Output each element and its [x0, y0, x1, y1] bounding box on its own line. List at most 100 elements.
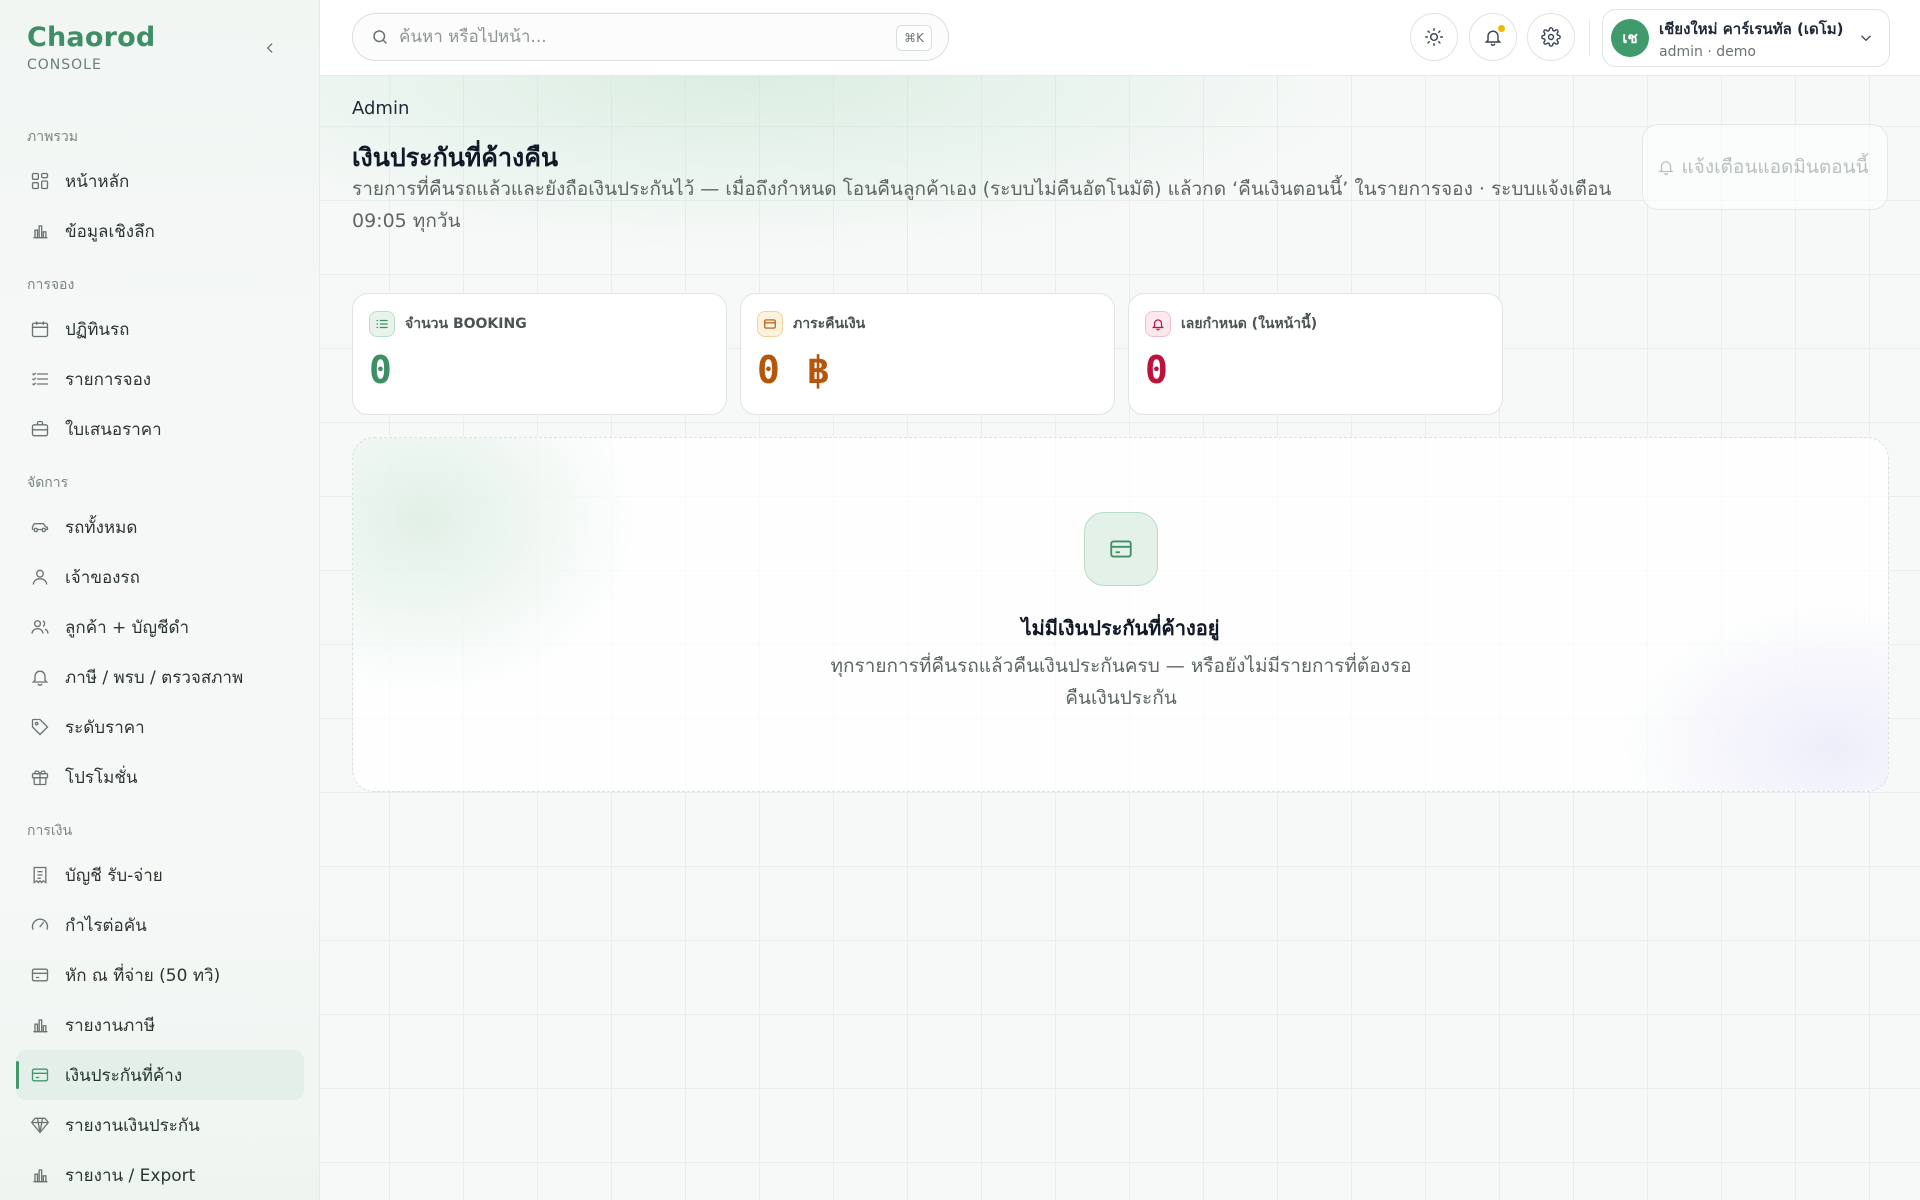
nav-section-manage: จัดการ: [27, 475, 69, 491]
nav-section-overview: ภาพรวม: [27, 129, 78, 145]
sidebar-item-deposit-report[interactable]: รายงานเงินประกัน: [16, 1100, 304, 1150]
sidebar-item-label: โปรโมชั่น: [65, 767, 138, 788]
sidebar-item-customers-blacklist[interactable]: ลูกค้า + บัญชีดำ: [16, 602, 304, 652]
brand-logo[interactable]: Chaorod CONSOLE: [27, 22, 155, 73]
receipt-icon: [29, 864, 51, 886]
sidebar-item-car-calendar[interactable]: ปฏิทินรถ: [16, 304, 304, 354]
stat-label: ภาระคืนเงิน: [793, 316, 866, 332]
collapse-sidebar-button[interactable]: [258, 36, 282, 60]
stat-card-refund-liability: ภาระคืนเงิน 0 ฿: [740, 293, 1115, 415]
stat-card-overdue: เลยกำหนด (ในหน้านี้) 0: [1128, 293, 1503, 415]
sidebar-nav: ภาพรวม หน้าหลัก ข้อมูลเชิงลึก การจอง ปฏิ…: [0, 118, 319, 1200]
bell-icon: [1657, 158, 1675, 176]
wallet-icon: [757, 311, 783, 337]
sidebar-item-price-tiers[interactable]: ระดับราคา: [16, 702, 304, 752]
sidebar-item-label: รายงาน / Export: [65, 1165, 196, 1186]
breadcrumb: Admin: [352, 98, 410, 119]
sidebar-item-income-expense[interactable]: บัญชี รับ-จ่าย: [16, 850, 304, 900]
list-icon: [369, 311, 395, 337]
briefcase-icon: [29, 418, 51, 440]
chevron-left-icon: [267, 43, 273, 53]
stat-card-booking-count: จำนวน BOOKING 0: [352, 293, 727, 415]
account-switcher[interactable]: เช เชียงใหม่ คาร์เรนทัล (เดโม) admin · d…: [1602, 9, 1890, 67]
sidebar-item-insights[interactable]: ข้อมูลเชิงลึก: [16, 206, 304, 256]
bar-chart-icon: [29, 1014, 51, 1036]
sidebar-item-label: ภาษี / พรบ / ตรวจสภาพ: [65, 667, 244, 688]
card-icon: [29, 964, 51, 986]
stat-label: จำนวน BOOKING: [405, 316, 527, 332]
sidebar-item-label: รายงานเงินประกัน: [65, 1115, 200, 1136]
sidebar-item-withholding-tax[interactable]: หัก ณ ที่จ่าย (50 ทวิ): [16, 950, 304, 1000]
bell-icon: [29, 666, 51, 688]
dashboard-icon: [29, 170, 51, 192]
search-bar[interactable]: ⌘K: [352, 13, 949, 61]
sidebar-item-quotations[interactable]: ใบเสนอราคา: [16, 404, 304, 454]
sidebar-item-label: เงินประกันที่ค้าง: [65, 1065, 183, 1086]
sidebar-item-label: ข้อมูลเชิงลึก: [65, 221, 155, 242]
user-icon: [29, 566, 51, 588]
page-title: เงินประกันที่ค้างคืน: [352, 143, 559, 172]
sidebar-item-car-owners[interactable]: เจ้าของรถ: [16, 552, 304, 602]
sidebar-item-profit-per-car[interactable]: กำไรต่อคัน: [16, 900, 304, 950]
sidebar-item-label: ลูกค้า + บัญชีดำ: [65, 617, 190, 638]
settings-button[interactable]: [1527, 13, 1575, 61]
sidebar-item-reports-export[interactable]: รายงาน / Export: [16, 1150, 304, 1200]
list-icon: [29, 368, 51, 390]
nav-section-finance: การเงิน: [27, 823, 73, 839]
main-content: Admin เงินประกันที่ค้างคืน รายการที่คืนร…: [320, 76, 1920, 1200]
search-input[interactable]: [399, 27, 948, 47]
bar-chart-icon: [29, 1164, 51, 1186]
topbar-divider: [1589, 20, 1590, 56]
account-role: admin · demo: [1659, 43, 1756, 60]
gift-icon: [29, 766, 51, 788]
sidebar-item-label: บัญชี รับ-จ่าย: [65, 865, 163, 886]
sidebar-item-label: หัก ณ ที่จ่าย (50 ทวิ): [65, 965, 221, 986]
sidebar-item-label: หน้าหลัก: [65, 171, 130, 192]
gauge-icon: [29, 914, 51, 936]
stat-label: เลยกำหนด (ในหน้านี้): [1181, 316, 1318, 332]
gear-icon: [1541, 27, 1561, 47]
notify-admin-label: แจ้งเตือนแอดมินตอนนี้: [1681, 155, 1869, 178]
search-icon: [371, 28, 389, 46]
wallet-icon: [1084, 512, 1158, 586]
sidebar-item-label: ปฏิทินรถ: [65, 319, 130, 340]
sidebar-item-home[interactable]: หน้าหลัก: [16, 156, 304, 206]
sidebar-item-promotions[interactable]: โปรโมชั่น: [16, 752, 304, 802]
stat-value: 0 ฿: [757, 348, 832, 392]
stat-value: 0: [1145, 348, 1170, 392]
sidebar-item-label: เจ้าของรถ: [65, 567, 140, 588]
sidebar-item-all-cars[interactable]: รถทั้งหมด: [16, 502, 304, 552]
sidebar-item-label: รายงานภาษี: [65, 1015, 156, 1036]
bar-chart-icon: [29, 220, 51, 242]
account-name: เชียงใหม่ คาร์เรนทัล (เดโม): [1659, 19, 1844, 38]
notification-dot: [1497, 24, 1506, 33]
calendar-icon: [29, 318, 51, 340]
sidebar-item-label: ระดับราคา: [65, 717, 145, 738]
diamond-icon: [29, 1114, 51, 1136]
sidebar: Chaorod CONSOLE ภาพรวม หน้าหลัก ข้อมูลเช…: [0, 0, 320, 1200]
sidebar-item-outstanding-deposits[interactable]: เงินประกันที่ค้าง: [16, 1050, 304, 1100]
nav-section-bookings: การจอง: [27, 277, 75, 293]
users-icon: [29, 616, 51, 638]
notifications-button[interactable]: [1469, 13, 1517, 61]
empty-state-title: ไม่มีเงินประกันที่ค้างอยู่: [1021, 616, 1220, 640]
sidebar-item-label: กำไรต่อคัน: [65, 915, 147, 936]
sidebar-item-tax-insurance-inspection[interactable]: ภาษี / พรบ / ตรวจสภาพ: [16, 652, 304, 702]
search-shortcut-badge: ⌘K: [896, 25, 932, 51]
wallet-icon: [29, 1064, 51, 1086]
brand-subtitle: CONSOLE: [27, 57, 102, 73]
brand-name: Chaorod: [27, 22, 156, 53]
notify-admin-button[interactable]: แจ้งเตือนแอดมินตอนนี้: [1642, 124, 1888, 210]
empty-state: ไม่มีเงินประกันที่ค้างอยู่ ทุกรายการที่ค…: [352, 437, 1889, 792]
sidebar-item-label: ใบเสนอราคา: [65, 419, 162, 440]
sidebar-item-bookings[interactable]: รายการจอง: [16, 354, 304, 404]
car-icon: [29, 516, 51, 538]
sidebar-item-tax-report[interactable]: รายงานภาษี: [16, 1000, 304, 1050]
tag-icon: [29, 716, 51, 738]
empty-state-text: ทุกรายการที่คืนรถแล้วคืนเงินประกันครบ — …: [830, 655, 1412, 709]
page-description: รายการที่คืนรถแล้วและยังถือเงินประกันไว้…: [352, 178, 1612, 232]
bell-icon: [1145, 311, 1171, 337]
theme-toggle-button[interactable]: [1410, 13, 1458, 61]
sidebar-item-label: รายการจอง: [65, 369, 152, 390]
chevron-down-icon: [1859, 31, 1873, 45]
